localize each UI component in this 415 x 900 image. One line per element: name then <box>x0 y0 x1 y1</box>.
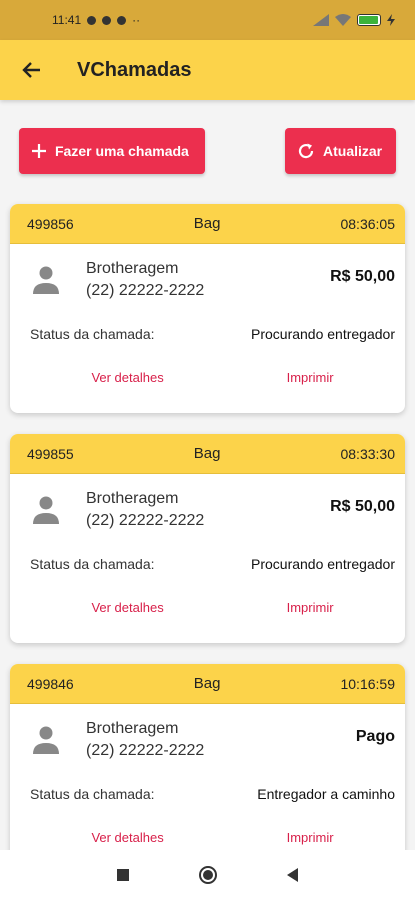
call-card-body: Brotheragem (22) 22222-2222 R$ 50,00 Sta… <box>10 244 405 413</box>
status-label: Status da chamada: <box>30 556 155 572</box>
charging-icon <box>387 14 395 26</box>
client-phone: (22) 22222-2222 <box>86 742 205 759</box>
call-card-header: 499856 Bag 08:36:05 <box>10 204 405 244</box>
call-card: 499846 Bag 10:16:59 Brotheragem (22) 222… <box>10 664 405 873</box>
call-card-body: Brotheragem (22) 22222-2222 R$ 50,00 Sta… <box>10 474 405 643</box>
call-time: 08:36:05 <box>340 215 395 232</box>
wifi-icon <box>335 14 351 26</box>
call-type: Bag <box>193 445 221 462</box>
client-phone: (22) 22222-2222 <box>86 282 205 299</box>
call-id: 499856 <box>27 215 74 232</box>
plus-icon <box>31 143 47 159</box>
more-notifications-icon: ·· <box>132 13 141 27</box>
call-time: 08:33:30 <box>340 445 395 462</box>
status-value: Entregador a caminho <box>257 786 395 802</box>
details-link[interactable]: Ver detalhes <box>91 830 163 845</box>
client-info: Brotheragem (22) 22222-2222 <box>86 488 204 532</box>
call-id: 499855 <box>27 445 74 462</box>
notification-icon <box>102 15 112 25</box>
call-card-header: 499846 Bag 10:16:59 <box>10 664 405 704</box>
refresh-icon <box>297 142 315 160</box>
battery-level <box>359 16 379 24</box>
client-phone: (22) 22222-2222 <box>86 512 205 529</box>
status-bar-right <box>313 14 395 26</box>
signal-icon <box>313 14 329 26</box>
status-label: Status da chamada: <box>30 786 155 802</box>
status-bar-left: 11:41 ·· <box>52 13 140 27</box>
nav-back-icon[interactable] <box>287 868 298 882</box>
status-bar: 11:41 ·· <box>0 0 415 40</box>
status-time: 11:41 <box>52 13 82 27</box>
recents-icon[interactable] <box>117 869 129 881</box>
notification-icon <box>117 15 127 25</box>
details-link[interactable]: Ver detalhes <box>91 600 163 615</box>
refresh-button[interactable]: Atualizar <box>285 128 396 174</box>
status-value: Procurando entregador <box>251 556 395 572</box>
call-price: R$ 50,00 <box>330 498 395 515</box>
call-type: Bag <box>193 215 221 232</box>
refresh-label: Atualizar <box>323 143 383 159</box>
system-nav-bar <box>0 850 415 900</box>
battery-icon <box>357 14 381 26</box>
client-info: Brotheragem (22) 22222-2222 <box>86 718 204 762</box>
call-id: 499846 <box>27 675 74 692</box>
call-type: Bag <box>193 675 221 692</box>
print-link[interactable]: Imprimir <box>287 370 334 385</box>
home-icon[interactable] <box>199 866 217 884</box>
back-arrow-icon[interactable] <box>20 58 44 82</box>
person-icon <box>33 496 59 524</box>
page-title: VChamadas <box>77 58 192 81</box>
make-call-label: Fazer uma chamada <box>55 143 189 159</box>
details-link[interactable]: Ver detalhes <box>91 370 163 385</box>
call-price: Pago <box>355 728 395 745</box>
print-link[interactable]: Imprimir <box>287 600 334 615</box>
client-name: Brotheragem <box>86 490 179 507</box>
call-card: 499856 Bag 08:36:05 Brotheragem (22) 222… <box>10 204 405 413</box>
call-card-header: 499855 Bag 08:33:30 <box>10 434 405 474</box>
call-time: 10:16:59 <box>340 675 395 692</box>
person-icon <box>33 266 59 294</box>
action-buttons: Fazer uma chamada Atualizar <box>0 100 415 174</box>
app-bar: VChamadas <box>0 40 415 100</box>
calls-list: 499856 Bag 08:36:05 Brotheragem (22) 222… <box>0 204 415 873</box>
print-link[interactable]: Imprimir <box>287 830 334 845</box>
client-name: Brotheragem <box>86 720 179 737</box>
client-info: Brotheragem (22) 22222-2222 <box>86 258 204 302</box>
call-card: 499855 Bag 08:33:30 Brotheragem (22) 222… <box>10 434 405 643</box>
client-name: Brotheragem <box>86 260 179 277</box>
call-price: R$ 50,00 <box>330 268 395 285</box>
status-label: Status da chamada: <box>30 326 155 342</box>
make-call-button[interactable]: Fazer uma chamada <box>19 128 205 174</box>
call-card-body: Brotheragem (22) 22222-2222 Pago Status … <box>10 704 405 873</box>
notification-icon <box>87 15 97 25</box>
person-icon <box>33 726 59 754</box>
status-value: Procurando entregador <box>251 326 395 342</box>
